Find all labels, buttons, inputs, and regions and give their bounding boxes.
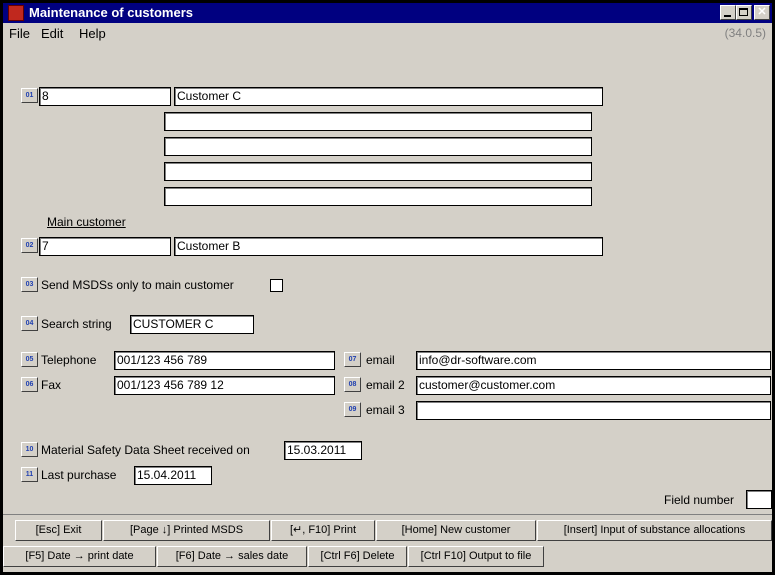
- email-3-field[interactable]: [416, 401, 771, 420]
- telephone-label: Telephone: [41, 353, 97, 367]
- customer-address-line-2[interactable]: [164, 137, 592, 156]
- customer-number-field[interactable]: 8: [39, 87, 171, 106]
- email-3-label: email 3: [366, 403, 405, 417]
- email-label: email: [366, 353, 395, 367]
- field-number-02[interactable]: 02: [21, 238, 38, 253]
- email-2-label: email 2: [366, 378, 405, 392]
- field-number-03[interactable]: 03: [21, 277, 38, 292]
- send-msds-label: Send MSDSs only to main customer: [41, 278, 234, 292]
- minimize-icon: [724, 15, 731, 17]
- close-icon: ✕: [757, 6, 767, 18]
- search-string-field[interactable]: CUSTOMER C: [130, 315, 254, 334]
- print-button[interactable]: [↵, F10] Print: [271, 520, 375, 541]
- main-customer-name-field[interactable]: Customer B: [174, 237, 603, 256]
- menu-help[interactable]: Help: [79, 26, 106, 41]
- field-number-04[interactable]: 04: [21, 316, 38, 331]
- main-customer-heading: Main customer: [47, 215, 126, 229]
- field-number-11[interactable]: 11: [21, 467, 38, 482]
- field-number-01[interactable]: 01: [21, 88, 38, 103]
- maximize-icon: [739, 8, 748, 16]
- field-number-08[interactable]: 08: [344, 377, 361, 392]
- email-2-field[interactable]: customer@customer.com: [416, 376, 771, 395]
- email-field[interactable]: info@dr-software.com: [416, 351, 771, 370]
- fax-field[interactable]: 001/123 456 789 12: [114, 376, 335, 395]
- last-purchase-label: Last purchase: [41, 468, 117, 482]
- fax-label: Fax: [41, 378, 62, 392]
- main-customer-number-field[interactable]: 7: [39, 237, 171, 256]
- customer-address-line-3[interactable]: [164, 162, 592, 181]
- version-label: (34.0.5): [724, 26, 766, 40]
- date-print-date-button[interactable]: [F5] Date → print date: [3, 546, 156, 567]
- msds-received-field[interactable]: 15.03.2011: [284, 441, 362, 460]
- title-bar[interactable]: Maintenance of customers ✕: [3, 3, 772, 23]
- field-number-input[interactable]: [746, 490, 772, 509]
- exit-button[interactable]: [Esc] Exit: [15, 520, 102, 541]
- customer-address-line-1[interactable]: [164, 112, 592, 131]
- app-icon: [8, 5, 24, 21]
- menu-file[interactable]: File: [9, 26, 30, 41]
- delete-button[interactable]: [Ctrl F6] Delete: [308, 546, 407, 567]
- telephone-field[interactable]: 001/123 456 789: [114, 351, 335, 370]
- field-number-07[interactable]: 07: [344, 352, 361, 367]
- output-to-file-button[interactable]: [Ctrl F10] Output to file: [408, 546, 544, 567]
- printed-msds-button[interactable]: [Page ↓] Printed MSDS: [103, 520, 270, 541]
- field-number-09[interactable]: 09: [344, 402, 361, 417]
- field-number-05[interactable]: 05: [21, 352, 38, 367]
- customer-name-field[interactable]: Customer C: [174, 87, 603, 106]
- last-purchase-field[interactable]: 15.04.2011: [134, 466, 212, 485]
- substance-allocations-button[interactable]: [Insert] Input of substance allocations: [537, 520, 772, 541]
- customer-address-line-4[interactable]: [164, 187, 592, 206]
- date-sales-date-button[interactable]: [F6] Date → sales date: [157, 546, 307, 567]
- close-button[interactable]: ✕: [754, 5, 770, 20]
- new-customer-button[interactable]: [Home] New customer: [376, 520, 536, 541]
- field-number-label: Field number: [664, 493, 735, 507]
- maximize-button[interactable]: [736, 5, 752, 20]
- minimize-button[interactable]: [720, 5, 736, 20]
- field-number-10[interactable]: 10: [21, 442, 38, 457]
- search-string-label: Search string: [41, 317, 112, 331]
- msds-received-label: Material Safety Data Sheet received on: [41, 443, 250, 457]
- window-title: Maintenance of customers: [29, 5, 193, 20]
- menu-edit[interactable]: Edit: [41, 26, 63, 41]
- separator: [3, 514, 772, 515]
- send-msds-checkbox[interactable]: [270, 279, 283, 292]
- field-number-06[interactable]: 06: [21, 377, 38, 392]
